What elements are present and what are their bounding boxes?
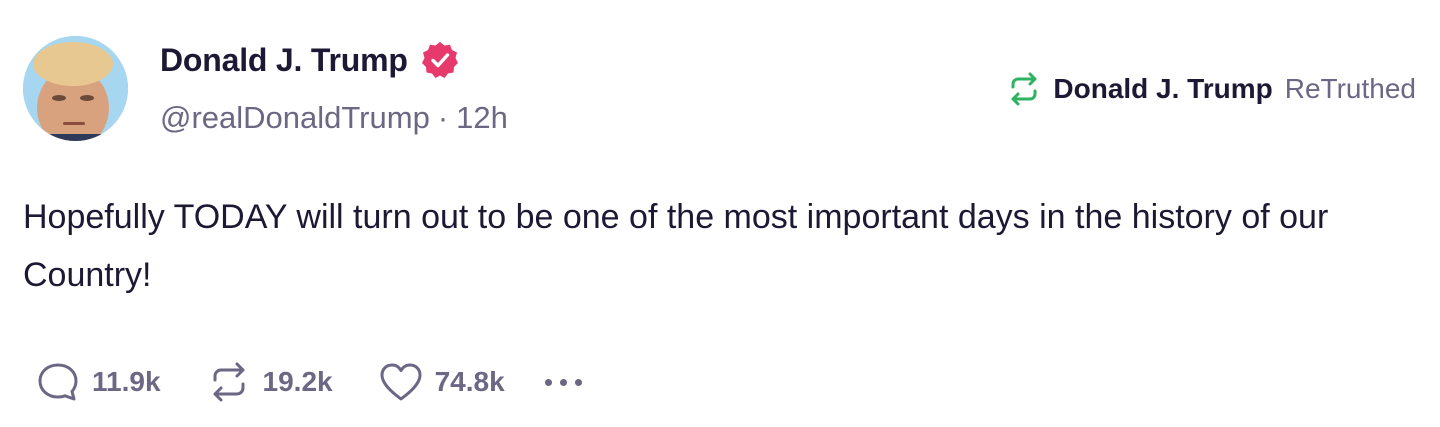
reply-button[interactable]: 11.9k [34,358,161,406]
retruth-icon [213,362,245,402]
retruth-count: 19.2k [262,366,333,397]
more-options-icon-dot [574,378,582,386]
avatar[interactable] [23,36,128,141]
post-timestamp[interactable]: 12h [456,100,508,135]
reply-count: 11.9k [92,366,161,397]
author-display-name[interactable]: Donald J. Trump [160,42,408,79]
more-options-icon [544,378,552,386]
author-handle[interactable]: @realDonaldTrump [160,100,430,135]
more-options-button[interactable] [544,378,590,386]
avatar-image [23,36,128,141]
retruth-button[interactable]: 19.2k [205,358,333,406]
reply-icon [38,363,78,401]
post-actions: 11.9k 19.2k 74.8k [34,358,590,406]
like-count: 74.8k [434,366,505,397]
retruth-icon [1011,72,1037,106]
retruth-label: ReTruthed [1284,73,1416,104]
post-text: Hopefully TODAY will turn out to be one … [23,198,1329,294]
author-handle-row: @realDonaldTrump · 12h [160,100,508,136]
retruth-author-name[interactable]: Donald J. Trump [1053,73,1272,105]
retruth-indicator: Donald J. Trump ReTruthed [1005,70,1416,108]
meta-separator: · [437,100,449,135]
author-display-name-row: Donald J. Trump [160,40,460,80]
heart-icon [380,363,422,401]
more-options-icon-dot [559,378,567,386]
verified-badge-icon [421,42,458,78]
like-button[interactable]: 74.8k [377,358,505,406]
